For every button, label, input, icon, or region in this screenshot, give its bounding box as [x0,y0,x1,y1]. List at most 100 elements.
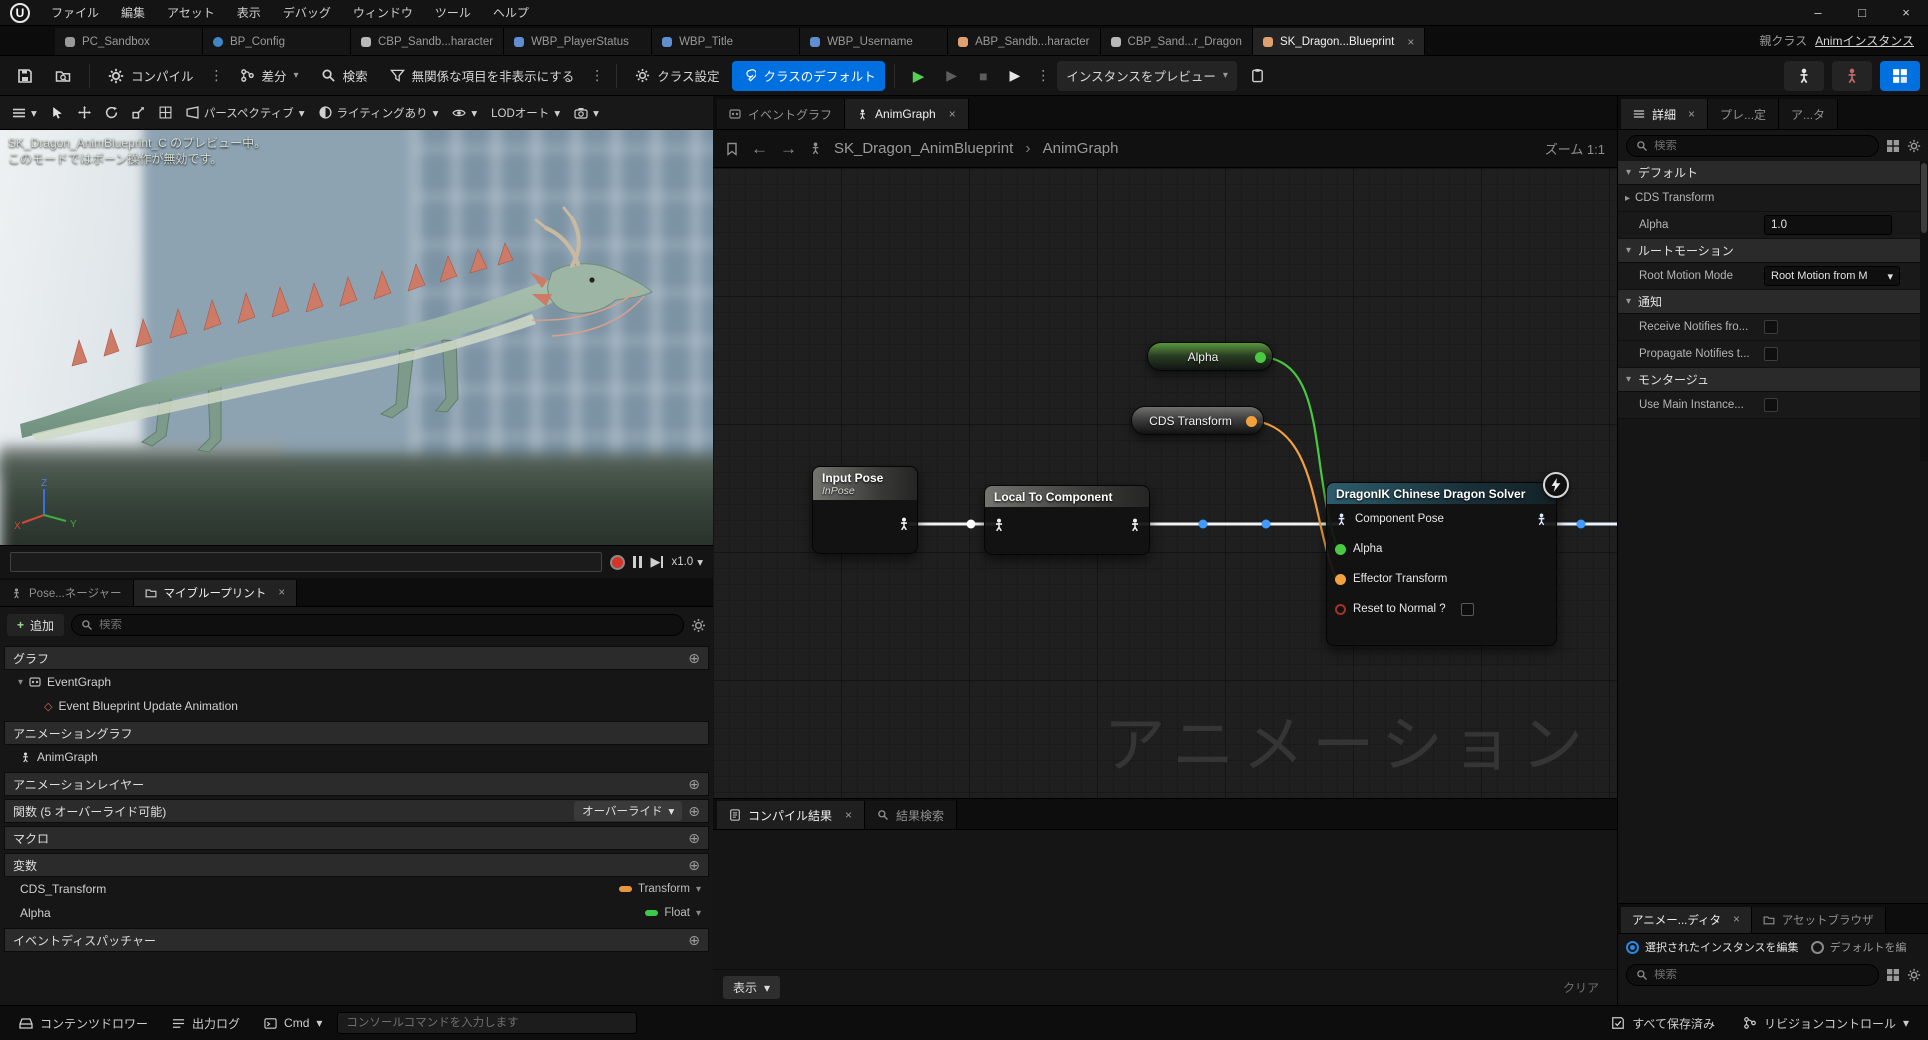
close-tab-icon[interactable]: × [1728,914,1740,926]
tab-asset-browser[interactable]: アセットブラウザ [1752,907,1886,933]
propagate-notifies-checkbox[interactable] [1764,347,1778,361]
section-notifies[interactable]: ▾ 通知 [1618,290,1928,314]
lod-dropdown[interactable]: LODオート ▾ [485,101,566,125]
animation-layers-section-header[interactable]: アニメーションレイヤー ⊕ [4,772,709,796]
close-tab-icon[interactable]: × [943,107,956,121]
timeline-scrubber[interactable] [10,552,602,572]
section-defaults[interactable]: ▾ デフォルト [1618,161,1928,185]
edit-selected-instance-radio[interactable] [1626,941,1639,954]
tab-cbp-sandbox-dragon[interactable]: CBP_Sand...r_Dragon [1101,28,1253,55]
visibility-eye-icon[interactable]: ▾ [696,884,701,895]
output-log-button[interactable]: 出力ログ [163,1010,249,1036]
save-button[interactable] [8,61,42,91]
compile-options-kebab[interactable]: ⋮ [207,67,227,84]
console-command-input[interactable] [337,1012,637,1034]
override-dropdown[interactable]: オーバーライド ▾ [574,801,682,821]
details-settings-gear-icon[interactable] [1907,139,1921,153]
tab-anim-graph[interactable]: AnimGraph × [845,99,969,129]
record-button[interactable] [610,555,625,570]
use-main-instance-checkbox[interactable] [1764,398,1778,412]
preview-instance-dropdown[interactable]: インスタンスをプレビュー ▾ [1057,61,1237,91]
float-output-pin[interactable] [1255,352,1266,363]
parent-class-link[interactable]: Animインスタンス [1815,32,1914,49]
close-button[interactable]: × [1884,0,1928,26]
cmd-dropdown[interactable]: Cmd ▾ [255,1010,331,1036]
event-graph-item[interactable]: ▾ EventGraph [4,670,709,694]
menu-tools[interactable]: ツール [424,0,482,26]
class-settings-button[interactable]: クラス設定 [626,61,728,91]
minimize-button[interactable]: – [1796,0,1840,26]
tab-sk-dragon-animblueprint[interactable]: SK_Dragon...Blueprint× [1253,28,1425,55]
hide-unrelated-button[interactable]: 無関係な項目を非表示にする [381,61,584,91]
nav-forward-icon[interactable]: → [780,139,797,159]
bookmark-icon[interactable] [725,142,739,156]
skeleton-toggle-button[interactable] [1784,61,1824,91]
tab-details[interactable]: 詳細 × [1621,99,1708,129]
visibility-eye-icon[interactable]: ▾ [696,908,701,919]
root-motion-mode-dropdown[interactable]: Root Motion from M ▾ [1764,266,1900,286]
tab-bp-config[interactable]: BP_Config [203,28,351,55]
receive-notifies-checkbox[interactable] [1764,320,1778,334]
variable-row-cds-transform[interactable]: CDS_Transform Transform ▾ [4,877,709,901]
my-blueprint-search-input[interactable] [99,619,674,631]
display-options-grid-icon[interactable] [1886,139,1900,153]
compile-results-list[interactable] [713,830,1617,969]
pose-input-pin[interactable] [992,518,1006,532]
tab-find-results[interactable]: 結果検索 [865,801,957,829]
graphs-section-header[interactable]: グラフ ⊕ [4,646,709,670]
rotate-tool-button[interactable] [99,101,124,125]
revision-control-button[interactable]: リビジョンコントロール ▾ [1734,1010,1918,1036]
pose-output-pin[interactable] [1535,513,1548,526]
tab-anim-preview-editor[interactable]: アニメー...ディタ × [1621,907,1752,933]
tab-event-graph[interactable]: イベントグラフ [717,99,845,129]
copy-settings-button[interactable] [1241,61,1274,91]
variable-row-alpha[interactable]: Alpha Float ▾ [4,901,709,925]
node-dragonik-solver[interactable]: DragonIK Chinese Dragon Solver Component… [1326,482,1557,646]
pose-output-pin[interactable] [897,517,911,531]
content-drawer-button[interactable]: コンテンツドロワー [10,1010,157,1036]
scale-tool-button[interactable] [126,101,151,125]
pause-button[interactable] [633,556,642,568]
node-local-to-component[interactable]: Local To Component [984,485,1150,555]
anim-preview-search[interactable] [1626,964,1879,986]
tab-pose-watch-manager[interactable]: Pose...ネージャー [0,580,134,606]
filter-settings-gear-icon[interactable] [691,618,706,633]
tab-abp-sandbox-character[interactable]: ABP_Sandb...haracter [948,28,1100,55]
add-variable-icon[interactable]: ⊕ [688,857,700,874]
close-tab-icon[interactable]: × [839,808,852,822]
skeleton-tree-button[interactable] [1832,61,1872,91]
menu-window[interactable]: ウィンドウ [342,0,424,26]
anim-graph-item[interactable]: AnimGraph [4,745,709,769]
tab-cbp-sandbox-character[interactable]: CBP_Sandb...haracter [351,28,504,55]
diff-button[interactable]: 差分 ▾ [231,61,308,91]
compile-button[interactable]: コンパイル [99,61,203,91]
viewport-options-button[interactable]: ▾ [6,101,43,125]
lit-mode-dropdown[interactable]: ライティングあり ▾ [313,101,445,125]
functions-section-header[interactable]: 関数 (5 オーバーライド可能) オーバーライド ▾ ⊕ [4,799,709,823]
tab-wbp-username[interactable]: WBP_Username [800,28,948,55]
add-new-button[interactable]: + 追加 [7,614,64,636]
transform-output-pin[interactable] [1246,416,1257,427]
close-tab-icon[interactable]: × [273,587,285,599]
transform-input-pin[interactable] [1335,574,1346,585]
breadcrumb-root[interactable]: SK_Dragon_AnimBlueprint [834,140,1013,157]
maximize-button[interactable]: □ [1840,0,1884,26]
menu-debug[interactable]: デバッグ [272,0,342,26]
perspective-dropdown[interactable]: パースペクティブ ▾ [180,101,311,125]
select-tool-button[interactable] [45,101,70,125]
layout-button[interactable] [1880,61,1920,91]
close-tab-icon[interactable]: × [1683,107,1695,121]
tab-pc-sandbox[interactable]: PC_Sandbox [55,28,203,55]
eject-button[interactable]: ▶ [1001,61,1030,91]
expander-icon[interactable]: ▸ [1625,193,1630,204]
anim-graph-canvas[interactable]: アニメーション Alpha [713,168,1617,798]
add-function-icon[interactable]: ⊕ [688,803,700,820]
edit-defaults-radio[interactable] [1811,941,1824,954]
play-button[interactable]: ▶ [904,61,934,91]
tab-asset-details[interactable]: ア...タ [1779,99,1838,129]
pose-input-pin[interactable] [1335,513,1348,526]
tab-wbp-playerstatus[interactable]: WBP_PlayerStatus [504,28,652,55]
section-root-motion[interactable]: ▾ ルートモーション [1618,239,1928,263]
play-options-kebab[interactable]: ⋮ [1033,67,1053,84]
reset-checkbox[interactable] [1461,603,1474,616]
